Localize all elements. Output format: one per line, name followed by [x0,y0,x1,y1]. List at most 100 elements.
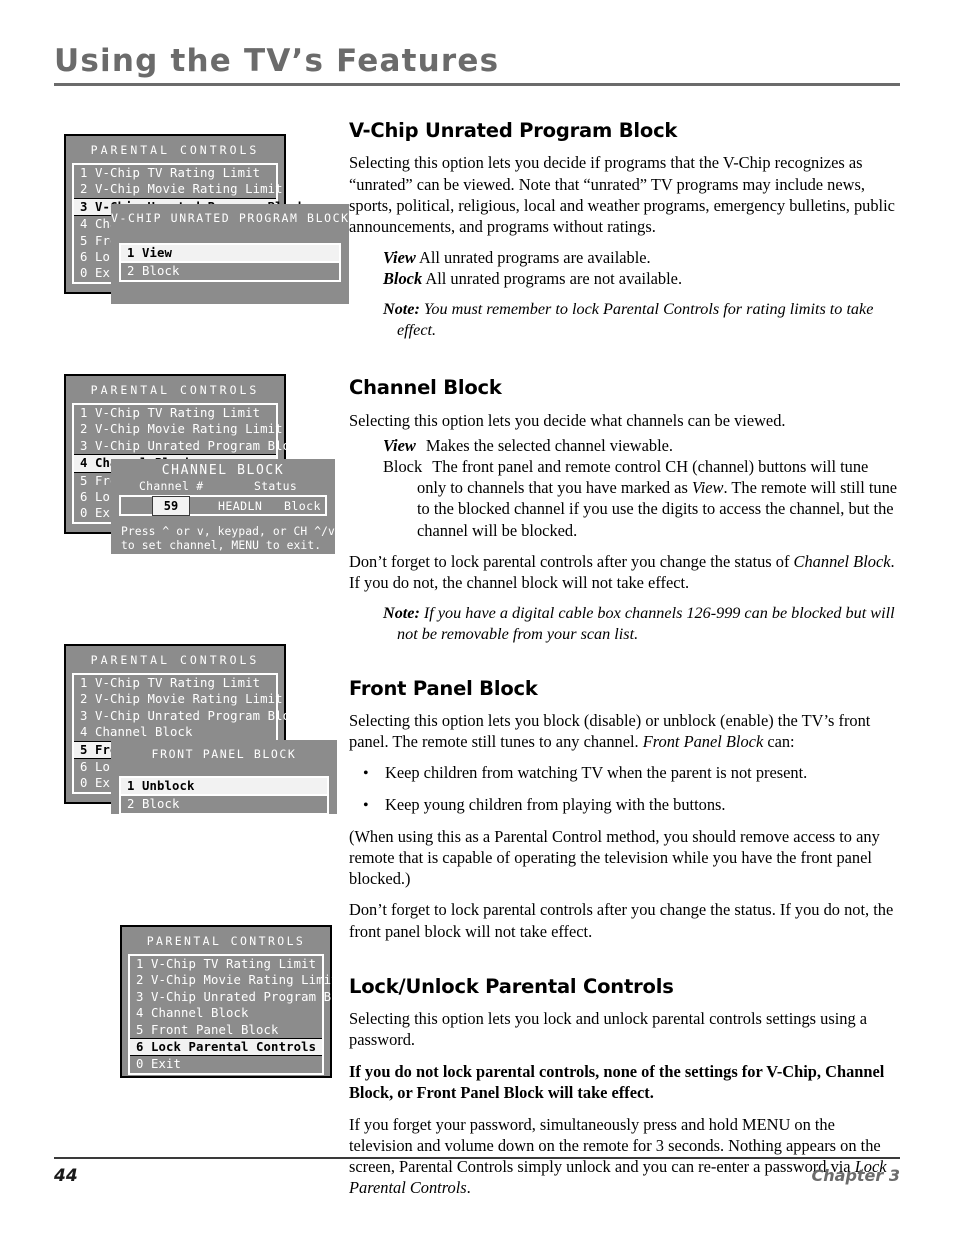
section-heading: Channel Block [349,376,502,400]
main-content-column: V-Chip Unrated Program Block Selecting t… [349,120,900,1215]
definition-list: View All unrated programs are available.… [349,247,900,289]
dialog-option-block[interactable]: 2 Block [119,263,341,282]
definition-list: View Makes the selected channel viewable… [349,435,900,541]
menu-item-vchip-tv-rating[interactable]: 1 V-Chip TV Rating Limit [130,956,322,972]
vchip-unrated-dialog: V-CHIP UNRATED PROGRAM BLOCK 1 View 2 Bl… [111,204,349,304]
menu-title: PARENTAL CONTROLS [146,934,306,948]
column-header-status: Status [254,479,297,493]
channel-block-row: 59 HEADLN Block [119,495,327,516]
menu-item-vchip-movie-rating[interactable]: 2 V-Chip Movie Rating Limit [74,181,282,197]
channel-block-lock-reminder: Don’t forget to lock parental controls a… [349,551,900,593]
section-intro-paragraph: Selecting this option lets you decide if… [349,153,895,237]
menu-list: 1 V-Chip TV Rating Limit 2 V-Chip Movie … [128,954,361,1075]
bullet-icon: • [363,796,369,814]
menu-item-vchip-unrated-block[interactable]: 3 V-Chip Unrated Program Block [74,708,305,724]
section-front-panel-block: Front Panel Block Selecting this option … [349,676,900,942]
menu-title: PARENTAL CONTROLS [90,653,260,667]
section-intro-paragraph: Selecting this option lets you lock and … [349,1009,868,1050]
menu-title: PARENTAL CONTROLS [90,383,260,397]
front-panel-parenthetical-paragraph: (When using this as a Parental Control m… [349,826,880,889]
note-paragraph: Note: If you have a digital cable box ch… [383,603,900,645]
dialog-options: 1 Unblock 2 Block [119,776,329,815]
intro-italic-front-panel-block: Front Panel Block [642,732,764,752]
parental-controls-menu: PARENTAL CONTROLS 1 V-Chip TV Rating Lim… [120,925,361,1078]
front-panel-bullet-list: • Keep children from watching TV when th… [349,762,900,815]
list-item: • Keep young children from playing with … [349,794,900,816]
menu-item-exit[interactable]: 0 Exit [130,1056,322,1072]
dialog-options: 1 View 2 Block [119,243,341,282]
front-panel-block-dialog: FRONT PANEL BLOCK 1 Unblock 2 Block [111,740,337,815]
definition-block-italic: View [691,478,724,498]
channel-block-help-text: Press ^ or v, keypad, or CH ^/v to set c… [121,525,335,552]
column-header-channel: Channel # [139,479,204,493]
channel-number-field[interactable]: 59 [152,496,190,516]
menu-item-vchip-movie-rating[interactable]: 2 V-Chip Movie Rating Limit [130,972,338,988]
channel-callsign: HEADLN [218,498,263,513]
menu-item-front-panel-block[interactable]: 5 Front Panel Block [130,1022,322,1038]
note-text: You must remember to lock Parental Contr… [397,299,874,339]
menu-item-vchip-tv-rating[interactable]: 1 V-Chip TV Rating Limit [74,675,276,691]
front-panel-lock-reminder: Don’t forget to lock parental controls a… [349,900,894,941]
dialog-option-block[interactable]: 2 Block [119,796,329,815]
definition-term-view: View [383,248,416,268]
definition-term-view: View [383,435,416,455]
definition-text-view: All unrated programs are available. [419,248,651,268]
footer-divider [54,1157,900,1159]
dialog-title: CHANNEL BLOCK [161,463,285,478]
menu-item-vchip-movie-rating[interactable]: 2 V-Chip Movie Rating Limit [74,691,282,707]
channel-status-value[interactable]: Block [284,499,321,513]
reminder-italic-channel-block: Channel Block [793,551,891,571]
figure-lock-parental-controls: PARENTAL CONTROLS 1 V-Chip TV Rating Lim… [120,925,361,1080]
menu-item-vchip-movie-rating[interactable]: 2 V-Chip Movie Rating Limit [74,421,282,437]
dialog-title: FRONT PANEL BLOCK [151,747,297,761]
channel-block-column-headers: Channel # Status [111,479,335,495]
menu-title: PARENTAL CONTROLS [90,143,260,157]
list-item-text: Keep young children from playing with th… [385,794,726,814]
dialog-option-unblock[interactable]: 1 Unblock [119,776,329,797]
figure-channel-block: PARENTAL CONTROLS 1 V-Chip TV Rating Lim… [59,374,349,554]
note-callout: Note: If you have a digital cable box ch… [349,603,900,645]
menu-item-vchip-unrated-block[interactable]: 3 V-Chip Unrated Program Block [130,989,361,1005]
definition-block: Block The front panel and remote control… [383,456,900,541]
footer-row: 44 Chapter 3 [54,1166,900,1186]
page-header: Using the TV’s Features [54,46,900,86]
list-item-text: Keep children from watching TV when the … [385,763,808,783]
page-footer: 44 Chapter 3 [54,1157,900,1186]
note-label: Note: [383,299,420,318]
menu-item-lock-parental-controls[interactable]: 6 Lock Parental Controls [130,1038,322,1057]
dialog-option-view[interactable]: 1 View [119,243,341,264]
menu-item-channel-block[interactable]: 4 Channel Block [130,1005,322,1021]
section-heading: V-Chip Unrated Program Block [349,119,678,142]
note-callout: Note: You must remember to lock Parental… [349,299,900,341]
header-divider [54,83,900,86]
note-paragraph: Note: You must remember to lock Parental… [383,299,900,341]
intro-text-b: can: [763,732,795,752]
definition-view: View All unrated programs are available. [383,247,900,268]
menu-item-vchip-tv-rating[interactable]: 1 V-Chip TV Rating Limit [74,405,276,421]
section-vchip-unrated-program-block: V-Chip Unrated Program Block Selecting t… [349,120,900,341]
definition-text-view: Makes the selected channel viewable. [425,435,674,455]
section-intro-paragraph: Selecting this option lets you block (di… [349,710,900,752]
note-label: Note: [383,604,420,623]
menu-item-vchip-tv-rating[interactable]: 1 V-Chip TV Rating Limit [74,165,276,181]
definition-term-block: Block [383,456,423,476]
section-intro-paragraph: Selecting this option lets you decide wh… [349,410,786,430]
section-heading: Lock/Unlock Parental Controls [349,974,674,998]
menu-item-channel-block[interactable]: 4 Channel Block [74,724,276,740]
bullet-icon: • [363,765,369,783]
section-heading: Front Panel Block [349,676,538,700]
lock-warning-paragraph: If you do not lock parental controls, no… [349,1061,885,1103]
page-title: Using the TV’s Features [54,43,500,79]
definition-block: Block All unrated programs are not avail… [383,268,900,289]
figure-front-panel-block: PARENTAL CONTROLS 1 V-Chip TV Rating Lim… [59,644,349,822]
page-number: 44 [54,1166,78,1186]
figure-vchip-unrated-block: PARENTAL CONTROLS 1 V-Chip TV Rating Lim… [59,134,349,319]
dialog-title: V-CHIP UNRATED PROGRAM BLOCK [111,211,350,225]
note-text: If you have a digital cable box channels… [397,604,895,644]
section-channel-block: Channel Block Selecting this option lets… [349,377,900,645]
definition-term-block: Block [383,269,423,289]
menu-item-vchip-unrated-block[interactable]: 3 V-Chip Unrated Program Block [74,438,305,454]
channel-block-dialog: CHANNEL BLOCK Channel # Status 59 HEADLN… [111,459,335,554]
chapter-label: Chapter 3 [811,1166,900,1185]
list-item: • Keep children from watching TV when th… [349,762,900,784]
